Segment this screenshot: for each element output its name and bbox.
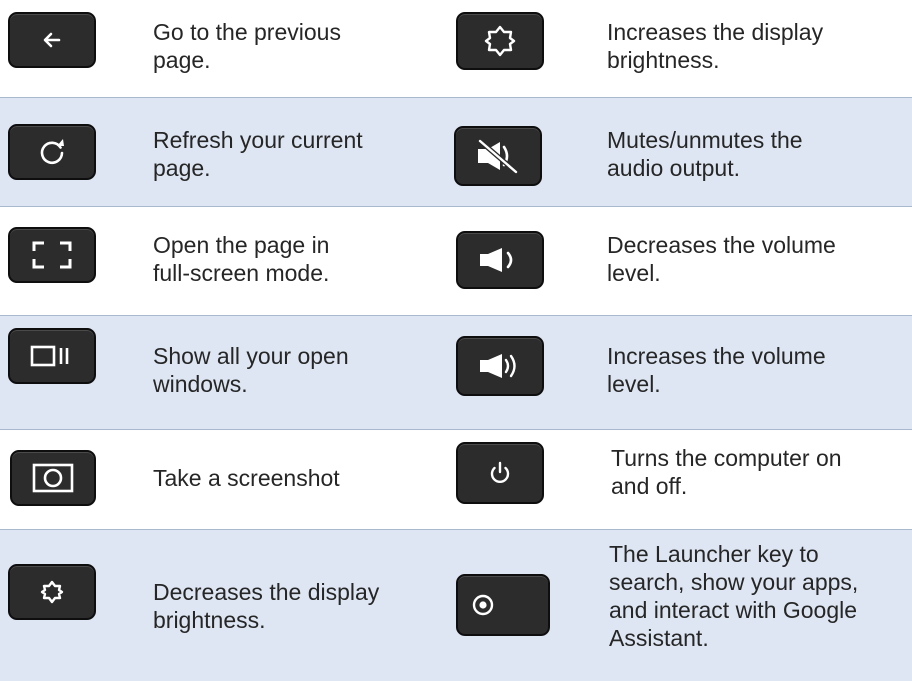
- description: Refresh your current page.: [153, 127, 363, 181]
- keyboard-shortcuts-table: Go to the previous page. Increases the di…: [0, 0, 912, 681]
- description: Increases the volume level.: [607, 343, 826, 397]
- power-key: [456, 442, 544, 504]
- table-row: Show all your open windows. Increases the…: [0, 316, 912, 430]
- table-row: Go to the previous page. Increases the di…: [0, 0, 912, 98]
- mute-key: [454, 126, 542, 186]
- volume-up-key: [456, 336, 544, 396]
- description: Decreases the volume level.: [607, 232, 836, 286]
- description: Take a screenshot: [153, 465, 340, 491]
- table-row: Decreases the display brightness. The Lau…: [0, 530, 912, 681]
- description: The Launcher key to search, show your app…: [609, 541, 859, 651]
- description: Show all your open windows.: [153, 343, 349, 397]
- launcher-icon: [472, 594, 494, 616]
- refresh-icon: [40, 139, 64, 165]
- brightness-down-icon: [40, 580, 64, 604]
- description: Increases the display brightness.: [607, 19, 824, 73]
- fullscreen-icon: [32, 241, 72, 269]
- launcher-key: [456, 574, 550, 636]
- power-icon: [490, 461, 510, 483]
- brightness-up-key: [456, 12, 544, 70]
- overview-icon: [30, 345, 69, 367]
- volume-up-icon: [480, 354, 516, 378]
- description: Mutes/unmutes the audio output.: [607, 127, 803, 181]
- description: Go to the previous page.: [153, 19, 341, 73]
- table-row: Take a screenshot Turns the computer on a…: [0, 430, 912, 530]
- table-row: Refresh your current page. Mutes/unmutes …: [0, 98, 912, 207]
- volume-down-key: [456, 231, 544, 289]
- back-key: [8, 12, 96, 68]
- back-arrow-icon: [43, 32, 61, 48]
- screenshot-key: [10, 450, 96, 506]
- refresh-key: [8, 124, 96, 180]
- brightness-down-key: [8, 564, 96, 620]
- mute-icon: [478, 139, 518, 174]
- brightness-up-icon: [484, 25, 516, 57]
- description: Turns the computer on and off.: [611, 445, 842, 499]
- volume-down-icon: [480, 248, 513, 272]
- table-row: Open the page in full-screen mode. Decrea…: [0, 207, 912, 316]
- overview-key: [8, 328, 96, 384]
- description: Decreases the display brightness.: [153, 579, 380, 633]
- fullscreen-key: [8, 227, 96, 283]
- screenshot-icon: [32, 463, 74, 493]
- description: Open the page in full-screen mode.: [153, 232, 330, 286]
